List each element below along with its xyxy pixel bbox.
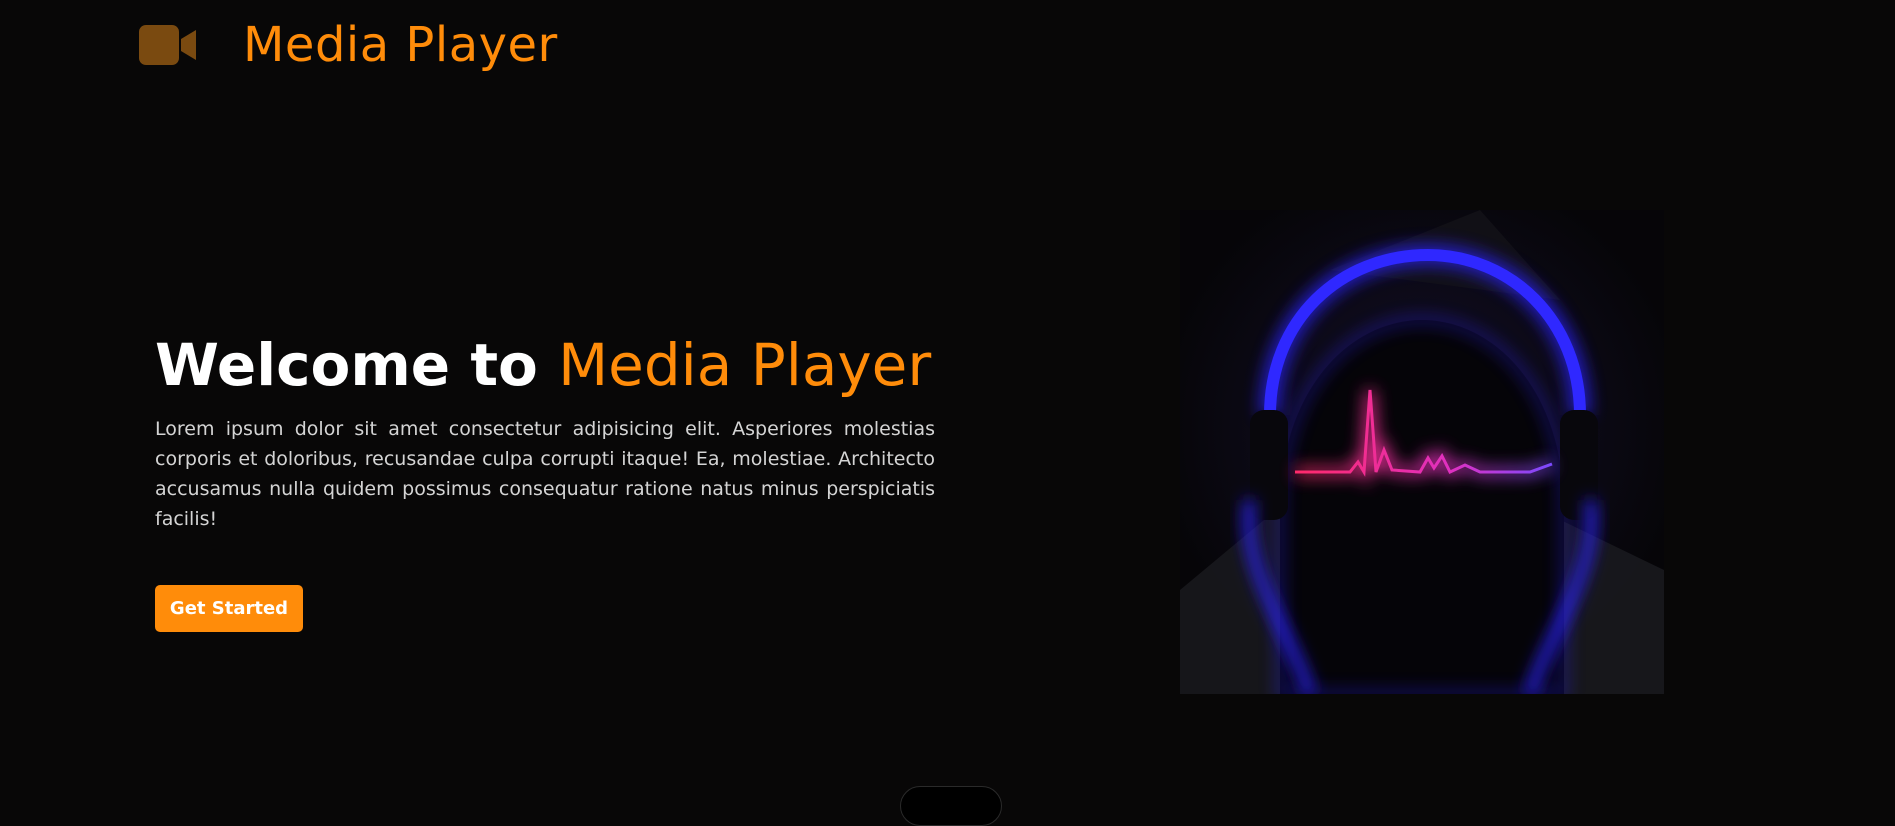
hero-heading-prefix: Welcome to — [155, 331, 538, 399]
hero-text: Welcome to Media Player Lorem ipsum dolo… — [155, 330, 935, 534]
get-started-button[interactable]: Get Started — [155, 585, 303, 632]
video-camera-icon[interactable] — [139, 25, 197, 65]
hero-heading-accent: Media Player — [558, 331, 932, 399]
headphones-illustration — [1180, 210, 1664, 694]
bottom-floating-tab[interactable] — [900, 786, 1002, 826]
hero-description: Lorem ipsum dolor sit amet consectetur a… — [155, 418, 935, 530]
site-header: Media Player — [139, 10, 558, 80]
site-title[interactable]: Media Player — [243, 17, 558, 73]
hero-heading: Welcome to Media Player — [155, 330, 935, 400]
